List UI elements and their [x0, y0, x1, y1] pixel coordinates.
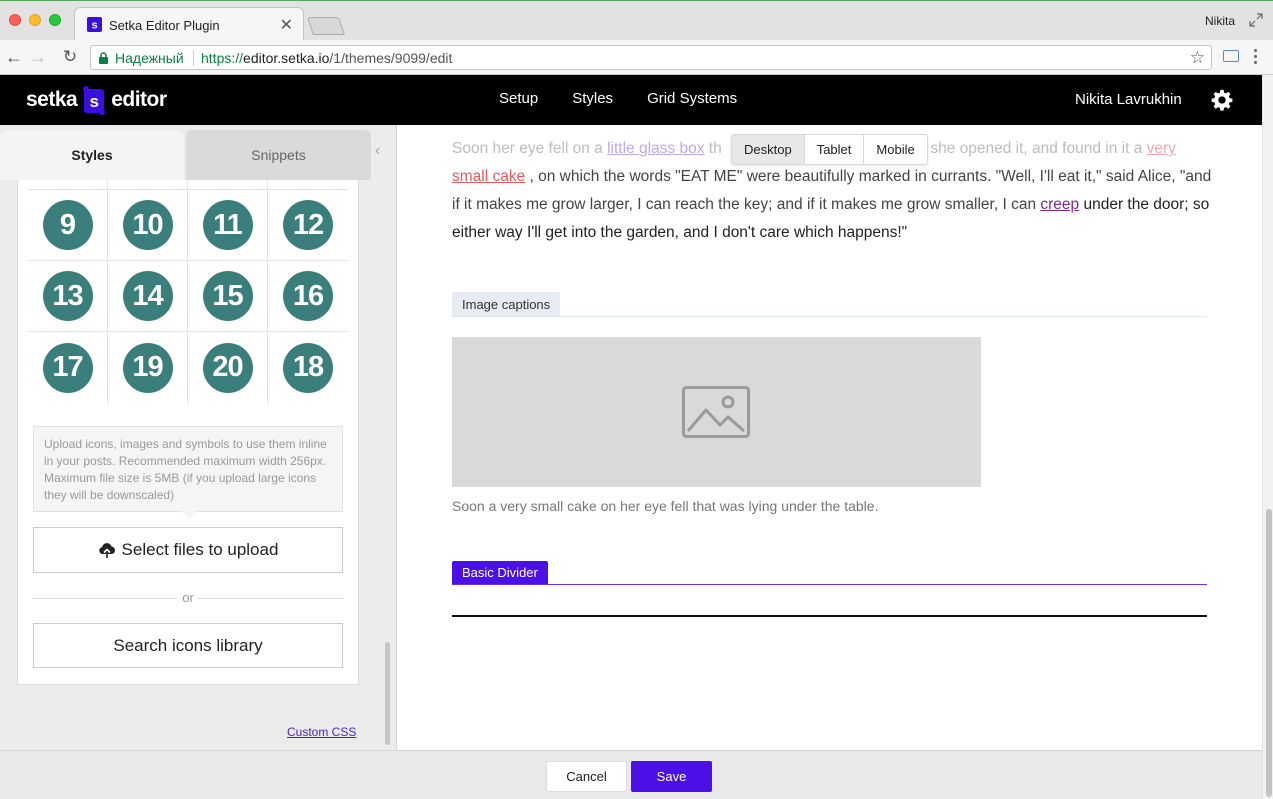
zoom-window-button[interactable]: [49, 14, 61, 26]
browser-tab[interactable]: s Setka Editor Plugin ✕: [74, 7, 304, 41]
save-button[interactable]: Save: [631, 761, 712, 792]
icons-grid: 9 10 11 12 13 14 15 16 17 19 20 18: [28, 180, 348, 403]
sidebar: Styles Snippets ‹ 9 10 11 12 13 14 15 16: [0, 125, 397, 750]
nav-grid-systems[interactable]: Grid Systems: [647, 90, 737, 107]
search-icons-library-button[interactable]: Search icons library: [33, 623, 343, 668]
url-separator: [193, 50, 194, 66]
image-captions-tag[interactable]: Image captions: [452, 292, 561, 317]
secure-label: Надежный: [115, 50, 184, 66]
number-20-icon[interactable]: 20: [202, 342, 253, 393]
number-19-icon[interactable]: 19: [122, 342, 173, 393]
number-16-icon[interactable]: 16: [283, 271, 333, 321]
new-tab-button[interactable]: [307, 17, 345, 35]
reload-icon[interactable]: ↻: [60, 47, 80, 67]
profile-name[interactable]: Nikita: [1205, 14, 1235, 28]
divider-line[interactable]: [452, 615, 1207, 617]
sidebar-scrollbar[interactable]: [385, 642, 390, 745]
hint-arrow: [181, 511, 197, 519]
or-separator: or: [33, 590, 343, 606]
number-13-icon[interactable]: 13: [42, 271, 93, 321]
svg-text:s: s: [90, 92, 99, 111]
bookmark-star-icon[interactable]: ☆: [1190, 48, 1205, 68]
icon-row: 13 14 15 16: [28, 261, 348, 332]
close-tab-icon[interactable]: ✕: [280, 15, 293, 35]
lock-icon: [99, 52, 108, 64]
icon-row: 17 19 20 18: [28, 332, 348, 403]
tab-styles[interactable]: Styles: [0, 130, 184, 180]
fullscreen-icon[interactable]: [1249, 13, 1263, 27]
app-header: setka s editor Setup Styles Grid Systems…: [0, 75, 1262, 125]
logo-mark-icon: s: [83, 86, 106, 115]
editor-canvas: Soon her eye fell on a little glass box …: [398, 125, 1262, 750]
nav-styles[interactable]: Styles: [572, 90, 613, 107]
little-glass-box-link[interactable]: little glass box: [607, 140, 704, 157]
section-line: [452, 316, 1207, 317]
device-tablet[interactable]: Tablet: [805, 135, 865, 164]
number-14-icon[interactable]: 14: [122, 271, 173, 321]
device-desktop[interactable]: Desktop: [732, 135, 805, 164]
device-switcher: Desktop Tablet Mobile: [731, 134, 928, 165]
tab-title: Setka Editor Plugin: [109, 18, 220, 33]
user-name[interactable]: Nikita Lavrukhin: [1075, 91, 1182, 108]
minimize-window-button[interactable]: [29, 14, 41, 26]
number-11-icon[interactable]: 11: [202, 200, 253, 250]
number-10-icon[interactable]: 10: [122, 200, 173, 250]
setka-logo[interactable]: setka s editor: [26, 85, 167, 115]
footer-bar: Cancel Save: [0, 750, 1262, 799]
browser-toolbar: ← → ↻ Надежный https://editor.setka.io/1…: [0, 40, 1273, 75]
very-link[interactable]: very: [1147, 140, 1176, 157]
close-window-button[interactable]: [9, 14, 21, 26]
address-bar[interactable]: Надежный https://editor.setka.io/1/theme…: [90, 45, 1212, 70]
icon-row: 9 10 11 12: [28, 190, 348, 261]
extension-icon[interactable]: [1223, 50, 1239, 62]
browser-tabstrip: s Setka Editor Plugin ✕ Nikita: [0, 0, 1273, 41]
icon-row: [28, 180, 348, 190]
divider-outline: [452, 584, 1207, 585]
settings-gear-icon[interactable]: [1211, 89, 1233, 111]
nav-setup[interactable]: Setup: [499, 90, 538, 107]
setka-favicon-icon: s: [87, 17, 102, 32]
image-placeholder[interactable]: [452, 337, 981, 487]
cancel-button[interactable]: Cancel: [546, 761, 627, 792]
svg-text:s: s: [91, 20, 97, 32]
back-arrow-icon[interactable]: ←: [4, 47, 24, 67]
basic-divider-tag[interactable]: Basic Divider: [452, 561, 548, 585]
collapse-sidebar-icon[interactable]: ‹: [375, 142, 380, 160]
forward-arrow-icon[interactable]: →: [28, 47, 48, 67]
url-text[interactable]: https://editor.setka.io/1/themes/9099/ed…: [201, 50, 452, 66]
icons-panel: 9 10 11 12 13 14 15 16 17 19 20 18 Uploa…: [17, 180, 359, 685]
browser-menu-icon[interactable]: [1254, 49, 1258, 65]
image-icon: [682, 386, 750, 438]
select-files-button[interactable]: Select files to upload: [33, 527, 343, 573]
small-cake-link[interactable]: small cake: [452, 168, 525, 185]
cloud-upload-icon: [98, 543, 115, 558]
tab-snippets[interactable]: Snippets: [186, 130, 371, 180]
number-12-icon[interactable]: 12: [283, 200, 333, 250]
image-caption[interactable]: Soon a very small cake on her eye fell t…: [452, 498, 878, 514]
number-9-icon[interactable]: 9: [42, 200, 93, 250]
upload-hint: Upload icons, images and symbols to use …: [33, 426, 343, 512]
top-nav: Setup Styles Grid Systems: [499, 90, 771, 107]
device-mobile[interactable]: Mobile: [864, 135, 926, 164]
custom-css-link[interactable]: Custom CSS: [287, 725, 356, 739]
number-17-icon[interactable]: 17: [42, 342, 93, 393]
creep-link[interactable]: creep: [1040, 196, 1079, 213]
main-scrollbar-thumb[interactable]: [1266, 509, 1272, 797]
number-18-icon[interactable]: 18: [283, 342, 333, 393]
number-15-icon[interactable]: 15: [202, 271, 253, 321]
